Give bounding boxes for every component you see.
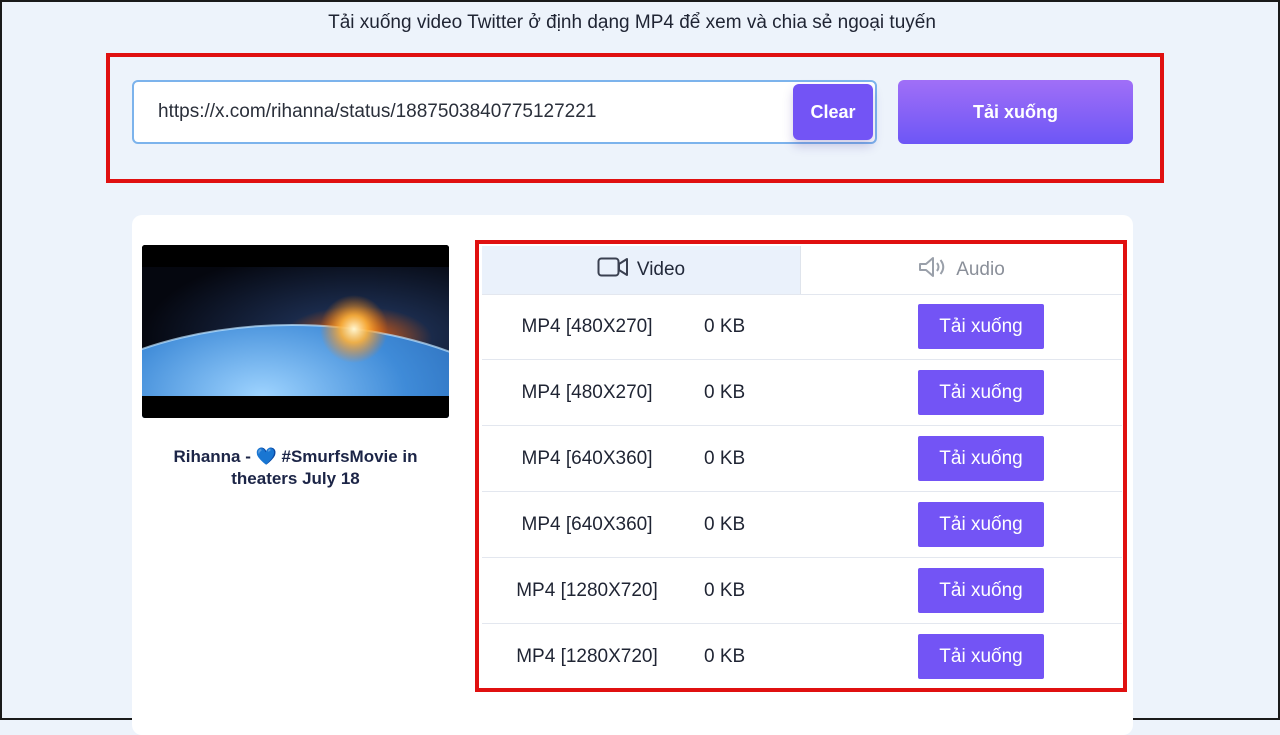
highlight-box-search — [106, 53, 1164, 183]
video-title-line2: theaters July 18 — [231, 469, 360, 488]
video-title-line1-rest: #SmurfsMovie in — [276, 447, 418, 466]
video-title: Rihanna - 💙 #SmurfsMovie in theaters Jul… — [142, 446, 449, 490]
video-thumbnail[interactable] — [142, 245, 449, 418]
page-subtitle: Tải xuống video Twitter ở định dạng MP4 … — [328, 12, 936, 33]
blue-heart-emoji: 💙 — [255, 447, 277, 466]
earth-thumbnail-image — [142, 245, 449, 418]
video-title-prefix: Rihanna - — [173, 447, 256, 466]
highlight-box-formats — [475, 240, 1127, 692]
